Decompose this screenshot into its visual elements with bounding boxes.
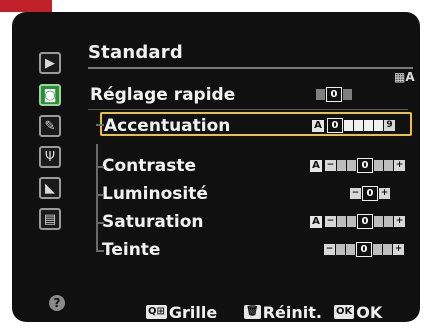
scale-value: 0 — [356, 242, 372, 257]
playback-icon[interactable]: ▶ — [39, 52, 61, 74]
tree-tick — [96, 124, 104, 126]
picture-control-icon: ▦A — [394, 70, 415, 84]
ok-icon: OK — [334, 305, 355, 319]
camera-menu-screen: ▶ ◙ ✎ Ψ ◣ ▤ ? Standard ▦A Réglage rapide… — [12, 12, 420, 322]
retouch-icon[interactable]: ◣ — [39, 177, 61, 199]
scale-value: 0 — [362, 186, 378, 201]
scale-value: 0 — [357, 158, 373, 173]
quick-adjust-scale: 0 — [316, 87, 352, 102]
menu-row-label: Luminosité — [102, 184, 208, 204]
grid-hint[interactable]: Q⊞ Grille — [146, 302, 218, 322]
accentuation-scale[interactable]: A 0 9 — [312, 118, 395, 133]
camera-icon[interactable]: ◙ — [39, 84, 61, 106]
menu-row-label: Saturation — [102, 212, 204, 232]
ok-hint[interactable]: OK OK — [334, 302, 383, 322]
auto-cap: A — [310, 159, 322, 172]
tree-tick — [96, 194, 104, 196]
menu-row-luminosite[interactable]: Luminosité − 0 + — [100, 182, 412, 206]
tree-tick — [96, 222, 104, 224]
scale-max: 9 — [384, 120, 395, 131]
tree-tick — [96, 250, 104, 252]
reset-hint[interactable]: 🗑 Réinit. — [244, 302, 322, 322]
wrench-icon[interactable]: Ψ — [39, 146, 61, 168]
picture-control-code: A — [405, 70, 415, 84]
hint-label: Réinit. — [262, 302, 322, 322]
menu-row-contraste[interactable]: Contraste A − 0 + — [100, 154, 412, 178]
page-title: Standard — [88, 42, 183, 63]
pencil-icon[interactable]: ✎ — [39, 115, 61, 137]
menu-row-label: Contraste — [102, 156, 197, 176]
menu-row-accentuation[interactable]: Accentuation A 0 9 — [100, 112, 412, 136]
menu-row-label: Réglage rapide — [90, 85, 236, 105]
tree-tick — [96, 166, 104, 168]
scale-value: 0 — [326, 87, 342, 102]
contraste-scale: A − 0 + — [310, 158, 405, 173]
menu-row-quick-adjust[interactable]: Réglage rapide 0 — [90, 83, 410, 107]
auto-cap: A — [310, 215, 322, 228]
divider — [88, 109, 408, 110]
menu-row-label: Accentuation — [104, 116, 231, 136]
saturation-scale: A − 0 + — [310, 214, 405, 229]
recent-settings-icon[interactable]: ▤ — [39, 208, 61, 230]
scale-value: 0 — [357, 214, 373, 229]
teinte-scale: − 0 + — [324, 242, 404, 257]
title-divider — [88, 67, 413, 69]
scale-value: 0 — [327, 118, 343, 133]
grid-icon: Q⊞ — [146, 305, 167, 319]
hint-label: OK — [356, 302, 383, 322]
menu-row-label: Teinte — [102, 240, 161, 260]
tree-line — [96, 144, 98, 250]
auto-cap: A — [312, 119, 324, 132]
menu-row-teinte[interactable]: Teinte − 0 + — [100, 238, 412, 262]
menu-row-saturation[interactable]: Saturation A − 0 + — [100, 210, 412, 234]
bottom-hint-bar: Q⊞ Grille 🗑 Réinit. OK OK — [12, 302, 420, 322]
hint-label: Grille — [168, 302, 218, 322]
trash-icon: 🗑 — [244, 305, 261, 319]
luminosite-scale: − 0 + — [350, 186, 390, 201]
brand-tab — [0, 0, 52, 12]
